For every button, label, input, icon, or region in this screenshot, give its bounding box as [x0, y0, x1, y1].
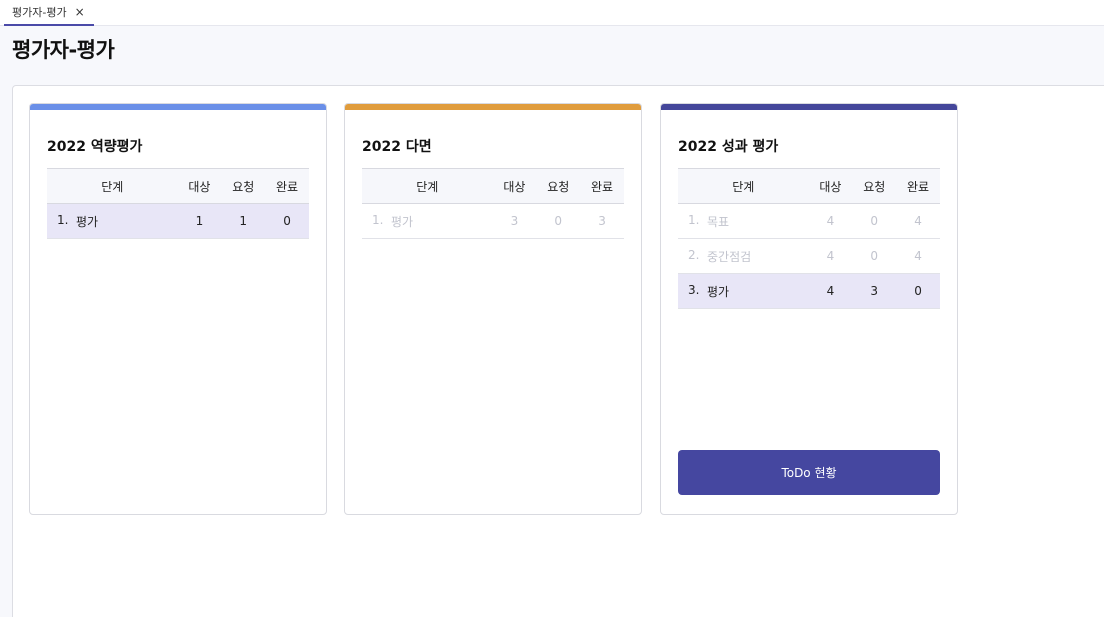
row-request: 0: [870, 249, 879, 263]
table-row[interactable]: 2. 중간점검 4 0 4: [678, 239, 940, 274]
card-accent-bar: [345, 104, 641, 110]
card-title: 2022 다면: [362, 139, 432, 155]
card-accent-bar: [30, 104, 326, 110]
row-number: 1.: [372, 212, 384, 227]
row-request: 3: [870, 284, 879, 298]
header-target: 대상: [188, 179, 211, 194]
row-number: 2.: [688, 247, 700, 262]
row-done: 3: [598, 214, 606, 228]
row-request: 0: [554, 214, 563, 228]
header-request: 요청: [232, 179, 255, 194]
row-done: 0: [283, 214, 291, 228]
header-done: 완료: [591, 179, 614, 194]
card-title: 2022 성과 평가: [678, 139, 779, 155]
card-performance-evaluation: 2022 성과 평가 단계 대상 요청 완료 1. 목표 4 0 4 2. 중간…: [660, 103, 958, 515]
row-stage-name: 평가: [707, 284, 730, 299]
header-target: 대상: [503, 179, 526, 194]
row-done: 4: [914, 214, 922, 228]
row-request: 1: [239, 214, 248, 228]
header-request: 요청: [863, 179, 886, 194]
table-row[interactable]: 1. 목표 4 0 4: [678, 204, 940, 239]
row-target: 1: [195, 214, 204, 228]
header-target: 대상: [819, 179, 842, 194]
page-title: 평가자-평가: [12, 38, 115, 62]
row-number: 1.: [57, 212, 69, 227]
tab-bar: 평가자-평가 ×: [0, 0, 1104, 26]
table-header: 단계 대상 요청 완료: [678, 168, 940, 204]
card-competency-evaluation: 2022 역량평가 단계 대상 요청 완료 1. 평가 1 1 0: [29, 103, 327, 515]
row-stage-name: 목표: [707, 214, 730, 229]
stage-table: 단계 대상 요청 완료 1. 목표 4 0 4 2. 중간점검 4 0 4 3.: [678, 168, 940, 309]
header-done: 완료: [276, 179, 299, 194]
row-request: 0: [870, 214, 879, 228]
row-stage-name: 중간점검: [707, 249, 752, 264]
header-stage: 단계: [732, 179, 755, 194]
tab-label: 평가자-평가: [12, 6, 67, 19]
table-row[interactable]: 1. 평가 3 0 3: [362, 204, 624, 239]
header-request: 요청: [547, 179, 570, 194]
stage-table: 단계 대상 요청 완료 1. 평가 3 0 3: [362, 168, 624, 239]
card-multi-rater: 2022 다면 단계 대상 요청 완료 1. 평가 3 0 3: [344, 103, 642, 515]
row-number: 3.: [688, 282, 700, 297]
header-done: 완료: [907, 179, 930, 194]
table-row[interactable]: 1. 평가 1 1 0: [47, 204, 309, 239]
row-done: 0: [914, 284, 922, 298]
row-target: 4: [826, 284, 835, 298]
row-target: 4: [826, 249, 835, 263]
todo-status-button[interactable]: ToDo 현황: [678, 450, 940, 495]
stage-table: 단계 대상 요청 완료 1. 평가 1 1 0: [47, 168, 309, 239]
row-done: 4: [914, 249, 922, 263]
table-header: 단계 대상 요청 완료: [362, 168, 624, 204]
table-header: 단계 대상 요청 완료: [47, 168, 309, 204]
header-stage: 단계: [416, 179, 439, 194]
table-row[interactable]: 3. 평가 4 3 0: [678, 274, 940, 309]
row-stage-name: 평가: [391, 214, 414, 229]
tab-evaluator-evaluation[interactable]: 평가자-평가 ×: [4, 0, 94, 26]
row-stage-name: 평가: [76, 214, 99, 229]
row-number: 1.: [688, 212, 700, 227]
header-stage: 단계: [101, 179, 124, 194]
row-target: 3: [510, 214, 519, 228]
row-target: 4: [826, 214, 835, 228]
card-title: 2022 역량평가: [47, 139, 143, 155]
close-icon[interactable]: ×: [75, 5, 85, 19]
card-accent-bar: [661, 104, 957, 110]
